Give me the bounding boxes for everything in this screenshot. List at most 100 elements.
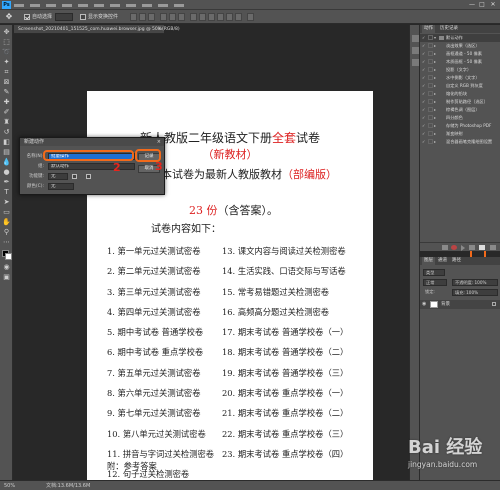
- align-center-icon[interactable]: [139, 13, 146, 21]
- action-row[interactable]: ✓ ▸ 画框通道 - 50 像素: [420, 50, 500, 58]
- ctrl-checkbox[interactable]: [86, 174, 91, 179]
- lasso-icon[interactable]: ➰: [2, 48, 11, 56]
- auto-select-dropdown[interactable]: [55, 13, 73, 21]
- action-set-select[interactable]: 默认动作: [48, 163, 135, 170]
- properties-panel-icon[interactable]: [412, 47, 419, 54]
- healing-brush-icon[interactable]: ✚: [2, 98, 11, 106]
- magic-wand-icon[interactable]: ✦: [2, 58, 11, 66]
- record-icon[interactable]: [451, 245, 457, 250]
- close-window-button[interactable]: ✕: [489, 1, 497, 8]
- color-select[interactable]: 无: [48, 183, 74, 190]
- crop-icon[interactable]: ⌗: [2, 68, 11, 76]
- tab-actions[interactable]: 动作: [422, 25, 435, 33]
- maximize-button[interactable]: □: [478, 1, 486, 8]
- layer-row-background[interactable]: ◉ 背景: [420, 300, 500, 309]
- play-icon[interactable]: [461, 245, 465, 251]
- action-row[interactable]: ✓ ▸ 自定义 RGB 到灰度: [420, 82, 500, 90]
- move-tool-icon[interactable]: ✥: [4, 12, 14, 22]
- opacity-field[interactable]: 不透明度: 100%: [452, 279, 498, 286]
- function-key-select[interactable]: 无: [48, 173, 68, 180]
- dialog-close-icon[interactable]: ×: [157, 138, 161, 146]
- move-icon[interactable]: ✥: [2, 28, 11, 36]
- menu-filter[interactable]: [110, 4, 120, 7]
- rectangle-icon[interactable]: ▭: [2, 208, 11, 216]
- action-row[interactable]: ✓ ▸ 混合器画笔克隆绘图设置: [420, 138, 500, 146]
- history-brush-icon[interactable]: ↺: [2, 128, 11, 136]
- menu-image[interactable]: [46, 4, 56, 7]
- auto-select-checkbox[interactable]: [24, 14, 30, 20]
- shift-checkbox[interactable]: [72, 174, 77, 179]
- tab-paths[interactable]: 路径: [450, 257, 463, 265]
- visibility-eye-icon[interactable]: ◉: [422, 302, 426, 307]
- 3d-mode-icon[interactable]: [247, 13, 254, 21]
- action-row[interactable]: ✓ ▸ 存储为 Photoshop PDF: [420, 122, 500, 130]
- menu-3d[interactable]: [126, 4, 136, 7]
- history-panel-icon[interactable]: [412, 35, 419, 42]
- action-row[interactable]: ✓ ▸ 投影（文字）: [420, 66, 500, 74]
- menu-help[interactable]: [174, 4, 184, 7]
- brush-icon[interactable]: ✐: [2, 108, 11, 116]
- action-row[interactable]: ✓ ▸ 四分颜色: [420, 114, 500, 122]
- blend-mode-select[interactable]: 正常: [423, 279, 447, 286]
- more-tools-icon[interactable]: ⋯: [2, 238, 11, 246]
- distribute-icon[interactable]: [190, 13, 197, 21]
- action-row[interactable]: ✓ ▸ 淡出效果（选区）: [420, 42, 500, 50]
- dodge-icon[interactable]: ●: [2, 168, 11, 176]
- minimize-button[interactable]: —: [468, 1, 476, 8]
- distribute-6-icon[interactable]: [235, 13, 242, 21]
- document-tab[interactable]: Screenshot_20210401_151525_com.huawei.br…: [14, 25, 180, 34]
- canvas-area[interactable]: 新人教版二年级语文下册全套试卷 （新教材） 本试卷为最新人教版教材（部编版） 2…: [14, 34, 409, 490]
- align-middle-icon[interactable]: [169, 13, 176, 21]
- delete-trash-icon[interactable]: [490, 245, 496, 250]
- type-icon[interactable]: T: [2, 188, 11, 196]
- action-row[interactable]: ✓ ▸ 熔化的铅块: [420, 90, 500, 98]
- quick-mask-icon[interactable]: ◉: [2, 263, 11, 271]
- adjustments-panel-icon[interactable]: [412, 59, 419, 66]
- stop-icon[interactable]: [442, 245, 448, 250]
- action-row[interactable]: ✓ ▸ 棕褐色调（图层）: [420, 106, 500, 114]
- tab-layers[interactable]: 图层: [422, 257, 435, 265]
- zoom-icon[interactable]: ⚲: [2, 228, 11, 236]
- fill-field[interactable]: 填充: 100%: [452, 289, 498, 296]
- menu-window[interactable]: [158, 4, 168, 7]
- frame-icon[interactable]: ⊠: [2, 78, 11, 86]
- action-row[interactable]: ✓ ▸ 渐变映射: [420, 130, 500, 138]
- hand-icon[interactable]: ✋: [2, 218, 11, 226]
- align-bottom-icon[interactable]: [178, 13, 185, 21]
- close-tab-icon[interactable]: ×: [157, 26, 161, 33]
- pen-icon[interactable]: ✒: [2, 178, 11, 186]
- path-selection-icon[interactable]: ➤: [2, 198, 11, 206]
- tab-channels[interactable]: 通道: [436, 257, 449, 265]
- new-set-folder-icon[interactable]: [469, 245, 475, 250]
- new-action-icon[interactable]: [479, 245, 485, 250]
- action-set-row[interactable]: ✓ ▾ 默认动作: [420, 34, 500, 42]
- background-color-swatch[interactable]: [5, 253, 12, 260]
- gradient-icon[interactable]: ▤: [2, 148, 11, 156]
- screen-mode-icon[interactable]: ▣: [2, 273, 11, 281]
- action-row[interactable]: ✓ ▸ 制作剪贴路径（选区）: [420, 98, 500, 106]
- distribute-4-icon[interactable]: [217, 13, 224, 21]
- align-top-icon[interactable]: [160, 13, 167, 21]
- menu-file[interactable]: [14, 4, 24, 7]
- eyedropper-icon[interactable]: ✎: [2, 88, 11, 96]
- distribute-5-icon[interactable]: [226, 13, 233, 21]
- marquee-icon[interactable]: ⬚: [2, 38, 11, 46]
- clone-stamp-icon[interactable]: ♜: [2, 118, 11, 126]
- menu-edit[interactable]: [30, 4, 40, 7]
- menu-view[interactable]: [142, 4, 152, 7]
- blur-icon[interactable]: 💧: [2, 158, 11, 166]
- tab-history[interactable]: 历史记录: [438, 25, 460, 33]
- menu-type[interactable]: [78, 4, 88, 7]
- action-row[interactable]: ✓ ▸ 水中倒影（文字）: [420, 74, 500, 82]
- eraser-icon[interactable]: ◧: [2, 138, 11, 146]
- distribute-2-icon[interactable]: [199, 13, 206, 21]
- distribute-3-icon[interactable]: [208, 13, 215, 21]
- show-transform-checkbox[interactable]: [80, 14, 86, 20]
- align-left-icon[interactable]: [130, 13, 137, 21]
- action-row[interactable]: ✓ ▸ 木质画框 - 50 像素: [420, 58, 500, 66]
- dialog-titlebar[interactable]: 新建动作 ×: [20, 138, 164, 146]
- menu-layer[interactable]: [62, 4, 72, 7]
- align-right-icon[interactable]: [148, 13, 155, 21]
- zoom-level[interactable]: 50%: [4, 482, 15, 490]
- menu-select[interactable]: [94, 4, 104, 7]
